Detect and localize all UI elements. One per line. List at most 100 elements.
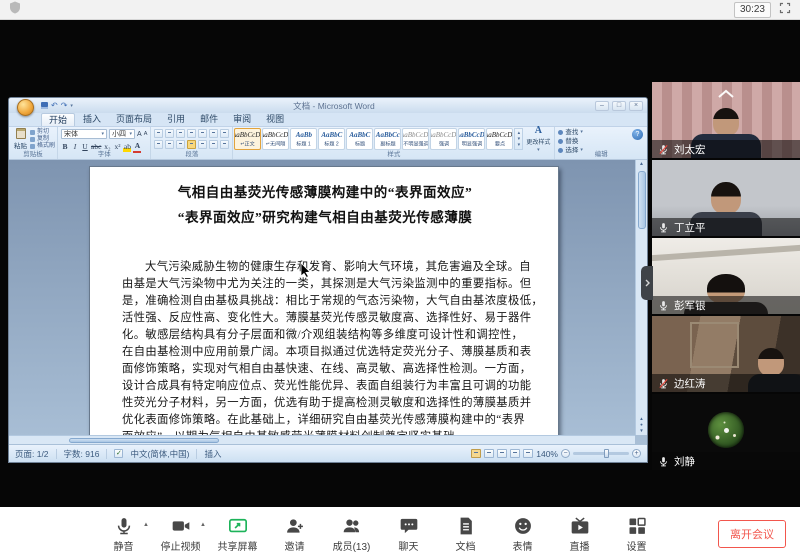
numbering-button[interactable] [165,129,174,138]
style-gallery-arrows[interactable]: ▴▾▾ [514,128,523,150]
style-option[interactable]: AaBbCcDd 不明显强调 [402,128,429,150]
style-option[interactable]: AaBbCcDd ↵正文 [234,128,261,150]
document-text-line: 面修饰策略，实现对气相自由基快速、在线、高灵敏、高选择性检测。一方面， [122,361,528,378]
fullscreen-icon[interactable] [779,1,791,19]
outline-view-button[interactable] [510,449,520,458]
align-right-button[interactable] [176,140,185,149]
language-indicator[interactable]: 中文(简体,中国) [130,448,189,460]
zoom-slider[interactable] [573,452,629,455]
align-left-button[interactable] [154,140,163,149]
fullscreen-reading-view-button[interactable] [484,449,494,458]
ribbon-tab[interactable]: 插入 [76,113,108,126]
style-option[interactable]: AaBbC 标题 2 [318,128,345,150]
decrease-indent-button[interactable] [187,129,196,138]
show-marks-button[interactable] [220,129,229,138]
paste-button[interactable]: 粘贴 [11,128,30,150]
multilevel-list-button[interactable] [176,129,185,138]
font-name-dropdown[interactable]: 宋体▾ [61,129,107,139]
style-option[interactable]: AaBbC 标题 [346,128,373,150]
ribbon-tab[interactable]: 页面布局 [109,113,159,126]
participant-video[interactable]: 刘静 [652,394,800,470]
caret-up-icon[interactable]: ▲ [143,522,149,528]
font-size-dropdown[interactable]: 小四▾ [109,129,135,139]
editing-tool-button[interactable]: 替换 [558,138,644,145]
redo-icon[interactable]: ↷ [61,102,68,110]
sidebar-collapse-handle[interactable] [641,266,653,300]
align-center-button[interactable] [165,140,174,149]
borders-button[interactable] [220,140,229,149]
draft-view-button[interactable] [523,449,533,458]
office-button[interactable] [17,99,34,116]
toolbar-button[interactable]: 直播 [551,515,608,553]
document-title-line: 气相自由基荧光传感薄膜构建中的“表界面效应” [122,183,528,202]
toolbar-button[interactable]: 邀请 [266,515,323,553]
clipboard-tool-icon [30,137,35,142]
justify-button[interactable] [187,140,196,149]
style-option[interactable]: AaBbCcDd ↵无间隔 [262,128,289,150]
spellcheck-icon[interactable]: ✓ [114,449,123,458]
style-option[interactable]: AaBbCcDd 强调 [430,128,457,150]
ribbon-tab[interactable]: 引用 [160,113,192,126]
style-option[interactable]: AaBbCc 副标题 [374,128,401,150]
toolbar-button[interactable]: 成员(13) [323,515,380,553]
style-option[interactable]: AaBbCcDd 明显强调 [458,128,485,150]
help-icon[interactable]: ? [632,129,643,140]
word-count[interactable]: 字数: 916 [64,448,100,460]
change-styles-button[interactable]: A 更改样式 ▾ [523,128,553,150]
bullets-button[interactable] [154,129,163,138]
vertical-scrollbar-thumb[interactable] [638,171,646,229]
print-layout-view-button[interactable] [471,449,481,458]
participant-video[interactable]: 彭军银 [652,238,800,314]
clipboard-tool-button[interactable]: 复制 [30,136,55,143]
leave-meeting-button[interactable]: 离开会议 [718,520,786,548]
zoom-out-button[interactable]: − [561,449,570,458]
meeting-timer: 30:23 [734,2,771,18]
toolbar-button[interactable]: ▲ 静音 [95,515,152,553]
line-spacing-button[interactable] [198,140,207,149]
clipboard-tool-button[interactable]: 格式刷 [30,143,55,150]
browse-buttons[interactable]: ▲●▼ [639,416,643,435]
chevron-up-icon[interactable] [717,85,735,103]
ribbon-tab[interactable]: 视图 [259,113,291,126]
quick-access-toolbar[interactable]: ↶ ↷ ▾ [41,102,73,110]
sort-button[interactable] [209,129,218,138]
web-layout-view-button[interactable] [497,449,507,458]
horizontal-scrollbar[interactable] [9,435,635,444]
system-top-bar: 30:23 [0,0,800,20]
toolbar-button[interactable]: 文档 [437,515,494,553]
word-document-area[interactable]: 气相自由基荧光传感薄膜构建中的“表界面效应” “表界面效应”研究构建气相自由基荧… [9,160,647,444]
participant-video[interactable]: 丁立平 [652,160,800,236]
caret-up-icon[interactable]: ▲ [200,522,206,528]
ribbon-tab[interactable]: 开始 [41,113,75,126]
zoom-in-button[interactable]: + [632,449,641,458]
document-page[interactable]: 气相自由基荧光传感薄膜构建中的“表界面效应” “表界面效应”研究构建气相自由基荧… [89,166,559,444]
horizontal-scrollbar-thumb[interactable] [69,438,219,443]
toolbar-button[interactable]: ▲ 停止视频 [152,515,209,553]
save-icon[interactable] [41,102,48,109]
participant-video[interactable]: 边红涛 [652,316,800,392]
zoom-level[interactable]: 140% [536,449,558,459]
shading-button[interactable] [209,140,218,149]
toolbar-icon [228,515,248,537]
style-option[interactable]: AaBb 标题 1 [290,128,317,150]
scroll-up-icon[interactable]: ▲ [639,160,644,169]
toolbar-button[interactable]: 聊天 [380,515,437,553]
ribbon-tab[interactable]: 审阅 [226,113,258,126]
increase-indent-button[interactable] [198,129,207,138]
word-title-bar[interactable]: ↶ ↷ ▾ 文档 - Microsoft Word – □ × [9,98,647,113]
clipboard-tool-button[interactable]: 剪切 [30,129,55,136]
zoom-slider-thumb[interactable] [604,449,609,458]
minimize-button[interactable]: – [595,101,609,111]
maximize-button[interactable]: □ [612,101,626,111]
toolbar-button[interactable]: 表情 [494,515,551,553]
toolbar-button[interactable]: 共享屏幕 [209,515,266,553]
toolbar-button[interactable]: 设置 [608,515,665,553]
insert-mode-indicator[interactable]: 插入 [204,448,221,460]
undo-icon[interactable]: ↶ [51,102,58,110]
ribbon-tab[interactable]: 邮件 [193,113,225,126]
shrink-font-button[interactable]: A [144,130,148,139]
close-button[interactable]: × [629,101,643,111]
page-indicator[interactable]: 页面: 1/2 [15,448,49,460]
style-option[interactable]: AaBbCcDd 要点 [486,128,513,150]
grow-font-button[interactable]: A [137,130,142,139]
